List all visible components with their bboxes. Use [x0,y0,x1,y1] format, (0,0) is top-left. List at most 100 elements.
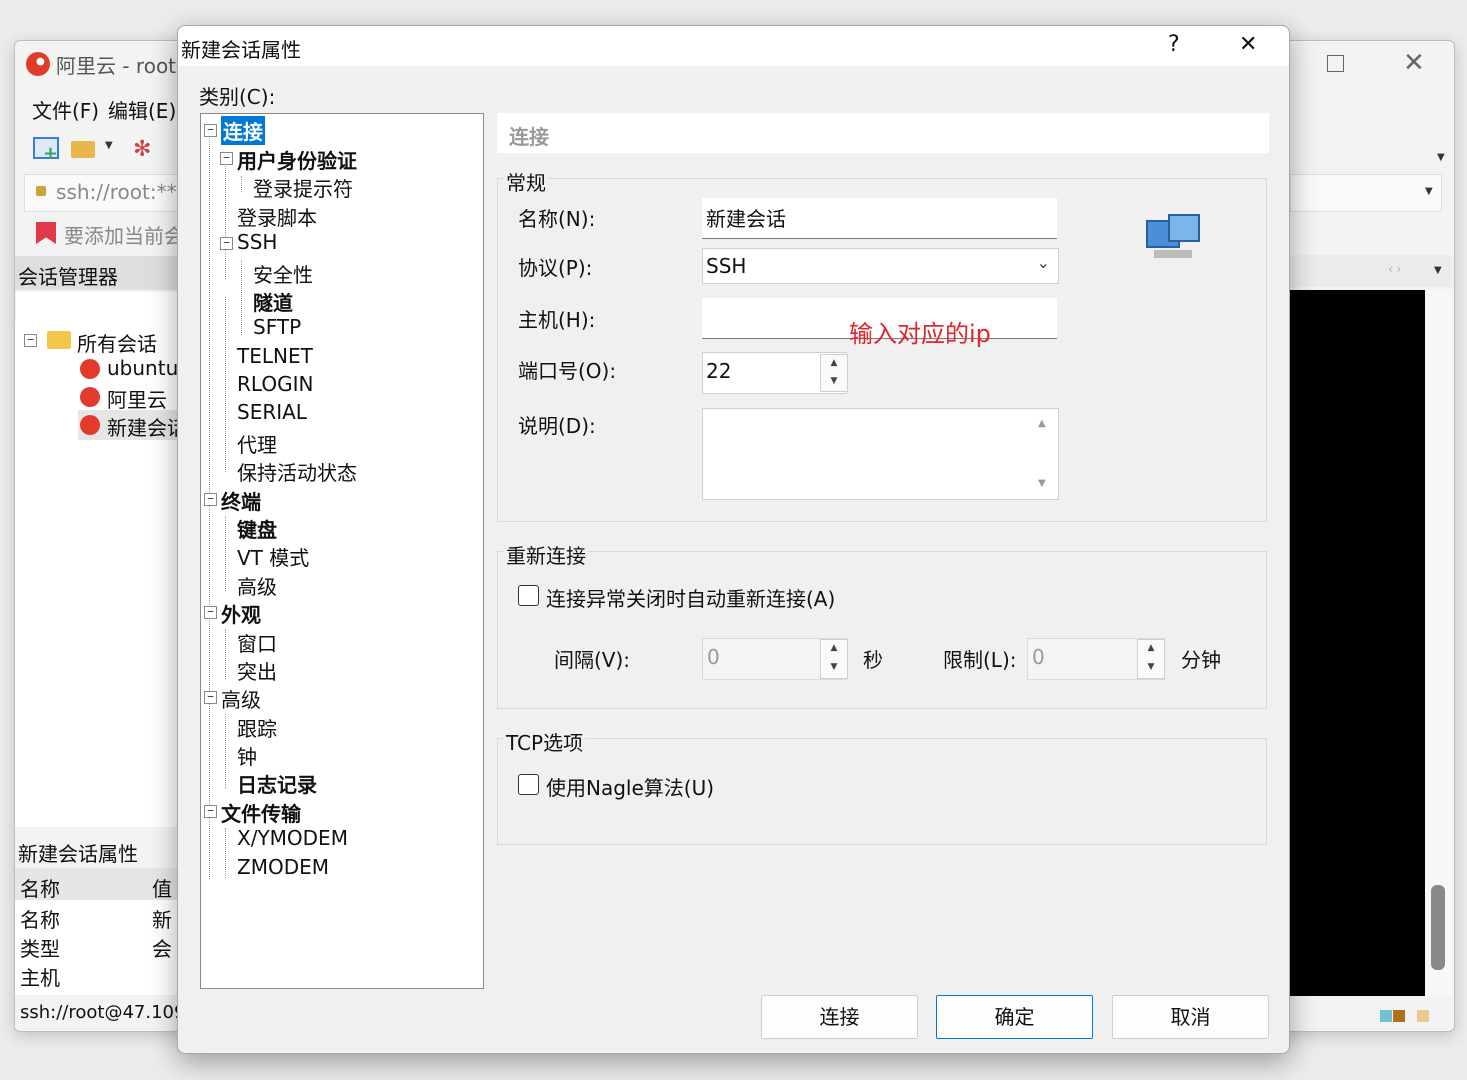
nagle-checkbox[interactable] [518,774,539,795]
tree-item-connection[interactable]: 连接 [221,116,265,145]
expand-file-transfer-icon[interactable]: − [204,805,217,818]
maximize-icon[interactable] [1327,55,1344,72]
tree-item-ssh[interactable]: SSH [237,230,277,254]
address-dropdown-icon[interactable]: ▼ [1425,186,1433,197]
expand-advanced-icon[interactable]: − [204,691,217,704]
tree-item-sftp[interactable]: SFTP [253,315,301,339]
terminal[interactable] [1290,290,1425,996]
address-bar-right[interactable] [1290,174,1442,212]
menu-edit[interactable]: 编辑(E) [108,95,176,124]
tree-item-appearance[interactable]: 外观 [221,599,261,628]
category-label: 类别(C): [199,85,276,109]
tree-item-logging[interactable]: 日志记录 [237,769,317,798]
tree-item-keyboard[interactable]: 键盘 [237,514,277,543]
stepper-up-icon[interactable]: ▲ [1138,640,1164,659]
tree-item-user-auth[interactable]: 用户身份验证 [237,145,357,174]
session-icon [80,359,100,379]
limit-stepper[interactable]: ▲ ▼ [1137,639,1165,679]
panel-header [497,113,1269,153]
tree-item-serial[interactable]: SERIAL [237,400,307,424]
scroll-up-icon[interactable]: ▲ [1038,418,1046,429]
scroll-down-icon[interactable]: ▼ [1038,478,1046,489]
tree-item-terminal[interactable]: 终端 [221,486,261,515]
host-label: 主机(H): [518,308,596,332]
session-item-aliyun[interactable]: 阿里云 [107,384,167,413]
folder-icon [47,331,71,349]
protocol-select[interactable]: SSH ⌄ [702,248,1059,284]
ok-button[interactable]: 确定 [936,995,1093,1039]
cancel-button[interactable]: 取消 [1112,995,1269,1039]
category-tree: − 连接 − 用户身份验证 登录提示符 登录脚本 − SSH 安全性 隧道 SF… [200,113,484,989]
general-legend: 常规 [504,167,548,196]
tree-item-rlogin[interactable]: RLOGIN [237,372,313,396]
description-label: 说明(D): [518,414,596,438]
tree-item-keepalive[interactable]: 保持活动状态 [237,457,357,486]
properties-row-name: 名称 [20,908,60,932]
host-annotation: 输入对应的ip [849,320,991,348]
tab-dropdown-icon[interactable]: ▼ [1434,265,1442,276]
help-button[interactable]: ? [1168,32,1180,57]
tree-item-tunnel[interactable]: 隧道 [253,287,293,316]
tree-item-window[interactable]: 窗口 [237,628,277,657]
stepper-up-icon[interactable]: ▲ [821,640,847,659]
lock-icon [36,186,46,196]
status-text: ssh://root@47.109. [20,1002,192,1023]
address-text[interactable]: ssh://root:*** [56,180,187,204]
tree-item-login-prompt[interactable]: 登录提示符 [253,173,353,202]
properties-row-host: 主机 [20,966,60,990]
connect-button[interactable]: 连接 [761,995,918,1039]
tree-item-xymodem[interactable]: X/YMODEM [237,826,348,850]
protocol-value: SSH [706,254,747,278]
tree-root-all-sessions[interactable]: 所有会话 [77,328,157,357]
tree-item-security[interactable]: 安全性 [253,259,313,288]
description-field[interactable] [702,408,1059,500]
stepper-up-icon[interactable]: ▲ [821,355,847,373]
stepper-down-icon[interactable]: ▼ [821,659,847,678]
close-icon[interactable]: ✕ [1403,48,1425,78]
tree-item-login-script[interactable]: 登录脚本 [237,202,317,231]
tree-item-zmodem[interactable]: ZMODEM [237,855,329,879]
tree-item-terminal-advanced[interactable]: 高级 [237,571,277,600]
tree-item-telnet[interactable]: TELNET [237,344,313,368]
expand-ssh-icon[interactable]: − [220,237,233,250]
tree-collapse-icon[interactable]: − [24,334,37,347]
expand-connection-icon[interactable]: − [204,124,217,137]
auto-reconnect-checkbox[interactable] [518,585,539,606]
disconnect-icon[interactable]: ✻ [133,137,159,162]
nagle-label[interactable]: 使用Nagle算法(U) [546,772,714,801]
scrollbar-thumb[interactable] [1431,885,1445,970]
tree-item-proxy[interactable]: 代理 [237,429,277,458]
chevron-down-icon[interactable]: ▼ [105,140,113,151]
toolbar-dropdown-icon[interactable]: ▼ [1437,152,1445,163]
name-value: 新建会话 [706,207,786,231]
tree-item-trace[interactable]: 跟踪 [237,713,277,742]
add-session-prompt[interactable]: 要添加当前会 [64,220,184,249]
expand-appearance-icon[interactable]: − [204,606,217,619]
tree-item-file-transfer[interactable]: 文件传输 [221,798,301,827]
open-folder-icon[interactable] [71,141,95,158]
properties-col-value: 值 [152,877,172,901]
port-stepper[interactable]: ▲ ▼ [820,354,848,392]
tree-item-bell[interactable]: 钟 [237,741,257,770]
tree-item-highlight[interactable]: 突出 [237,656,277,685]
session-manager-title: 会话管理器 [18,265,118,289]
name-field[interactable]: 新建会话 [702,198,1057,239]
tree-item-vt-mode[interactable]: VT 模式 [237,542,309,571]
stepper-down-icon[interactable]: ▼ [1138,659,1164,678]
session-item-new[interactable]: 新建会话 [107,412,187,441]
tab-scroll-icon[interactable]: ‹ › [1388,262,1401,276]
panel-header-title: 连接 [509,125,549,149]
session-item-ubuntu[interactable]: ubuntu [107,356,178,380]
session-filter[interactable] [16,292,180,322]
limit-value: 0 [1032,645,1045,669]
interval-stepper[interactable]: ▲ ▼ [820,639,848,679]
auto-reconnect-label[interactable]: 连接异常关闭时自动重新连接(A) [546,583,835,612]
expand-auth-icon[interactable]: − [220,152,233,165]
stepper-down-icon[interactable]: ▼ [821,373,847,391]
status-color-icon [1393,1010,1405,1022]
expand-terminal-icon[interactable]: − [204,493,217,506]
dialog-close-button[interactable]: ✕ [1239,32,1257,57]
tree-item-advanced[interactable]: 高级 [221,684,261,713]
main-window-title: 阿里云 - root [56,54,177,78]
menu-file[interactable]: 文件(F) [32,95,99,124]
